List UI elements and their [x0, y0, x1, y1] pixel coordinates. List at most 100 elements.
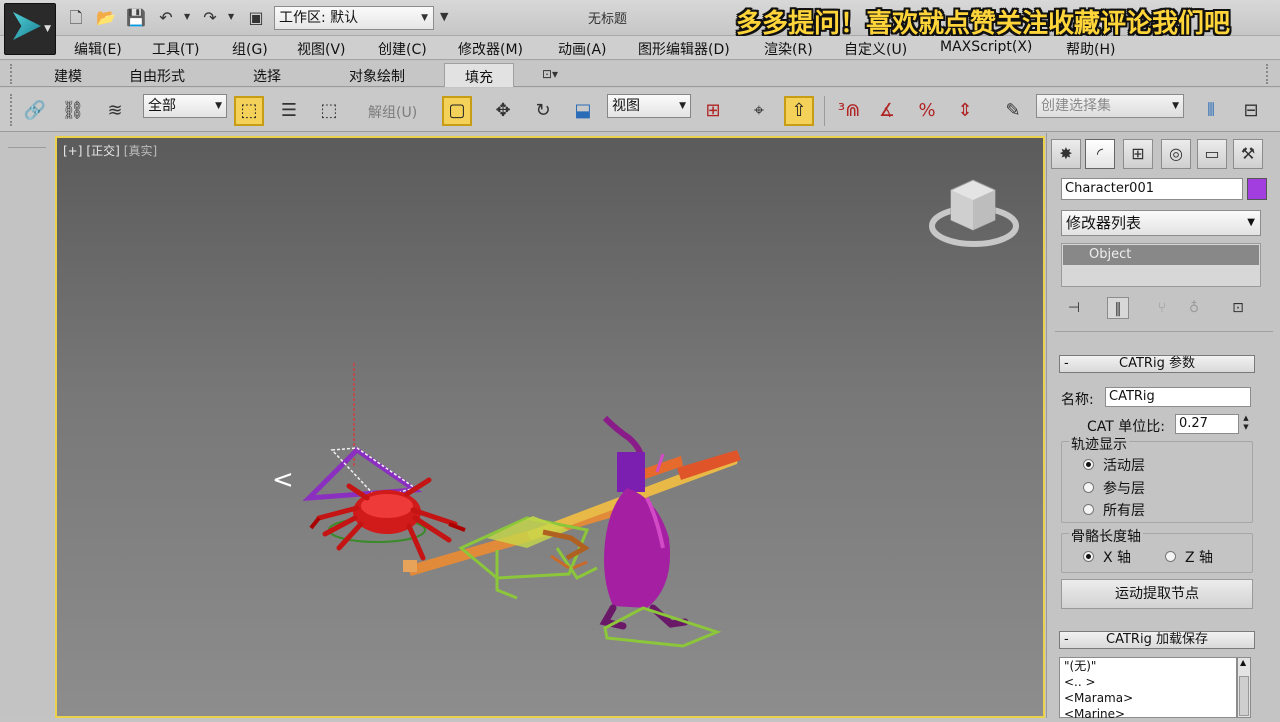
- new-file-icon[interactable]: 🗋: [66, 8, 86, 28]
- select-and-manipulate-icon[interactable]: ⌖: [744, 96, 774, 126]
- menu-create[interactable]: 创建(C): [378, 39, 427, 59]
- scroll-up-icon[interactable]: ▲: [1240, 658, 1246, 667]
- show-end-result-icon[interactable]: ‖: [1107, 297, 1129, 319]
- mirror-icon[interactable]: ⫴: [1196, 96, 1226, 126]
- display-tab-icon[interactable]: ▭: [1197, 139, 1227, 169]
- bind-to-space-warp-icon[interactable]: ≋: [100, 96, 130, 126]
- workspace-dropdown[interactable]: 工作区: 默认 ▼: [274, 6, 434, 30]
- radio-contributing-layers[interactable]: [1083, 482, 1094, 493]
- utilities-tab-icon[interactable]: ⚒: [1233, 139, 1263, 169]
- scroll-thumb[interactable]: [1239, 676, 1249, 716]
- undo-icon[interactable]: ↶: [156, 8, 176, 28]
- radio-all-layers-label[interactable]: 所有层: [1103, 500, 1145, 520]
- angle-snap-icon[interactable]: ∡: [872, 96, 902, 126]
- app-logo-menu-button[interactable]: ▼: [4, 3, 56, 55]
- menu-edit[interactable]: 编辑(E): [74, 39, 122, 59]
- tab-freeform[interactable]: 自由形式: [129, 66, 185, 86]
- tab-object-paint[interactable]: 对象绘制: [349, 66, 405, 86]
- menu-help[interactable]: 帮助(H): [1066, 39, 1115, 59]
- tab-populate[interactable]: 填充: [444, 63, 514, 87]
- named-selection-set-dropdown[interactable]: 创建选择集 ▼: [1036, 94, 1184, 118]
- radio-z-axis-label[interactable]: Z 轴: [1185, 547, 1213, 567]
- perspective-viewport[interactable]: [+] [正交] [真实] <: [55, 136, 1045, 718]
- select-object-icon[interactable]: ⬚: [234, 96, 264, 126]
- menu-modifiers[interactable]: 修改器(M): [458, 39, 523, 59]
- viewport-scene[interactable]: <: [57, 138, 1043, 716]
- cat-unit-ratio-field[interactable]: 0.27: [1175, 414, 1239, 434]
- viewcube-icon[interactable]: [929, 179, 1019, 247]
- keyboard-shortcut-override-icon[interactable]: ⇧: [784, 96, 814, 126]
- unlink-selection-icon[interactable]: ⛓: [58, 96, 88, 126]
- pin-stack-icon[interactable]: ⊣: [1063, 297, 1085, 319]
- redo-icon[interactable]: ↷: [200, 8, 220, 28]
- open-file-icon[interactable]: 📂: [96, 8, 116, 28]
- create-tab-icon[interactable]: ✸: [1051, 139, 1081, 169]
- undo-dropdown-icon[interactable]: ▼: [184, 12, 190, 21]
- toolbar-grip-icon[interactable]: [10, 94, 12, 126]
- menu-maxscript[interactable]: MAXScript(X): [940, 39, 1032, 55]
- list-item[interactable]: <Marine>: [1060, 706, 1236, 722]
- menu-graph-editors[interactable]: 图形编辑器(D): [638, 39, 730, 59]
- radio-x-axis-label[interactable]: X 轴: [1103, 547, 1131, 567]
- motion-tab-icon[interactable]: ◎: [1161, 139, 1191, 169]
- menu-views[interactable]: 视图(V): [297, 39, 346, 59]
- make-unique-icon[interactable]: ⑂: [1151, 297, 1173, 319]
- catrig-load-save-rollout-header[interactable]: - CATRig 加载保存: [1059, 631, 1255, 649]
- save-icon[interactable]: 💾: [126, 8, 146, 28]
- rect-selection-region-icon[interactable]: ⬚: [314, 96, 344, 126]
- ribbon-grip-right-icon[interactable]: [1266, 64, 1268, 84]
- radio-all-layers[interactable]: [1083, 504, 1094, 515]
- rig-preset-list[interactable]: "(无)" <.. > <Marama> <Marine>: [1059, 657, 1237, 721]
- ungroup-button[interactable]: 解组(U): [368, 102, 417, 122]
- select-and-scale-icon[interactable]: ⬓: [568, 96, 598, 126]
- redo-dropdown-icon[interactable]: ▼: [228, 12, 234, 21]
- selection-filter-dropdown[interactable]: 全部 ▼: [143, 94, 227, 118]
- select-and-move-icon[interactable]: ✥: [488, 96, 518, 126]
- motion-extraction-node-button[interactable]: 运动提取节点: [1061, 579, 1253, 609]
- hierarchy-tab-icon[interactable]: ⊞: [1123, 139, 1153, 169]
- radio-active-layer[interactable]: [1083, 459, 1094, 470]
- snaps-toggle-icon[interactable]: ³⋒: [834, 96, 864, 126]
- menu-customize[interactable]: 自定义(U): [844, 39, 907, 59]
- select-and-rotate-icon[interactable]: ↻: [528, 96, 558, 126]
- project-folder-icon[interactable]: ▣: [246, 8, 266, 28]
- modify-tab-icon[interactable]: ◜: [1085, 139, 1115, 169]
- radio-active-layer-label[interactable]: 活动层: [1103, 455, 1145, 475]
- spinner-snap-icon[interactable]: ⇕: [950, 96, 980, 126]
- radio-z-axis[interactable]: [1165, 551, 1176, 562]
- ribbon-options-icon[interactable]: ⊡▾: [542, 67, 558, 81]
- pivot-center-icon[interactable]: ⊞: [698, 96, 728, 126]
- lizard-character[interactable]: [458, 516, 598, 600]
- list-item[interactable]: "(无)": [1060, 658, 1236, 674]
- configure-modifier-sets-icon[interactable]: ⊡: [1227, 297, 1249, 319]
- object-color-swatch[interactable]: [1247, 178, 1267, 200]
- crab-gizmo-shape[interactable]: [302, 446, 423, 502]
- edit-named-selection-icon[interactable]: ✎: [998, 96, 1028, 126]
- menu-rendering[interactable]: 渲染(R): [764, 39, 813, 59]
- modifier-list-dropdown[interactable]: 修改器列表 ▼: [1061, 210, 1261, 236]
- list-item[interactable]: <Marama>: [1060, 690, 1236, 706]
- menu-group[interactable]: 组(G): [232, 39, 268, 59]
- object-name-field[interactable]: Character001: [1061, 178, 1243, 200]
- remove-modifier-icon[interactable]: ♁: [1183, 297, 1205, 319]
- reference-coordinate-dropdown[interactable]: 视图 ▼: [607, 94, 691, 118]
- ribbon-grip-icon[interactable]: [10, 64, 12, 84]
- align-icon[interactable]: ⊟: [1236, 96, 1266, 126]
- tab-selection[interactable]: 选择: [253, 66, 281, 86]
- rig-name-field[interactable]: CATRig: [1105, 387, 1251, 407]
- select-and-link-icon[interactable]: 🔗: [20, 96, 50, 126]
- preset-list-scrollbar[interactable]: ▲: [1237, 657, 1251, 718]
- stack-item-object[interactable]: Object: [1063, 245, 1259, 265]
- select-by-name-icon[interactable]: ☰: [274, 96, 304, 126]
- crab-character[interactable]: [309, 477, 466, 561]
- percent-snap-icon[interactable]: %: [912, 96, 942, 126]
- menu-tools[interactable]: 工具(T): [152, 39, 199, 59]
- menu-animation[interactable]: 动画(A): [558, 39, 607, 59]
- list-item[interactable]: <.. >: [1060, 674, 1236, 690]
- catrig-params-rollout-header[interactable]: - CATRig 参数: [1059, 355, 1255, 373]
- radio-x-axis[interactable]: [1083, 551, 1094, 562]
- window-crossing-icon[interactable]: ▢: [442, 96, 472, 126]
- quick-access-expand-icon[interactable]: ▼: [440, 10, 448, 23]
- cat-unit-ratio-spinner[interactable]: ▲ ▼: [1241, 414, 1251, 434]
- purple-creature-character[interactable]: [599, 415, 722, 648]
